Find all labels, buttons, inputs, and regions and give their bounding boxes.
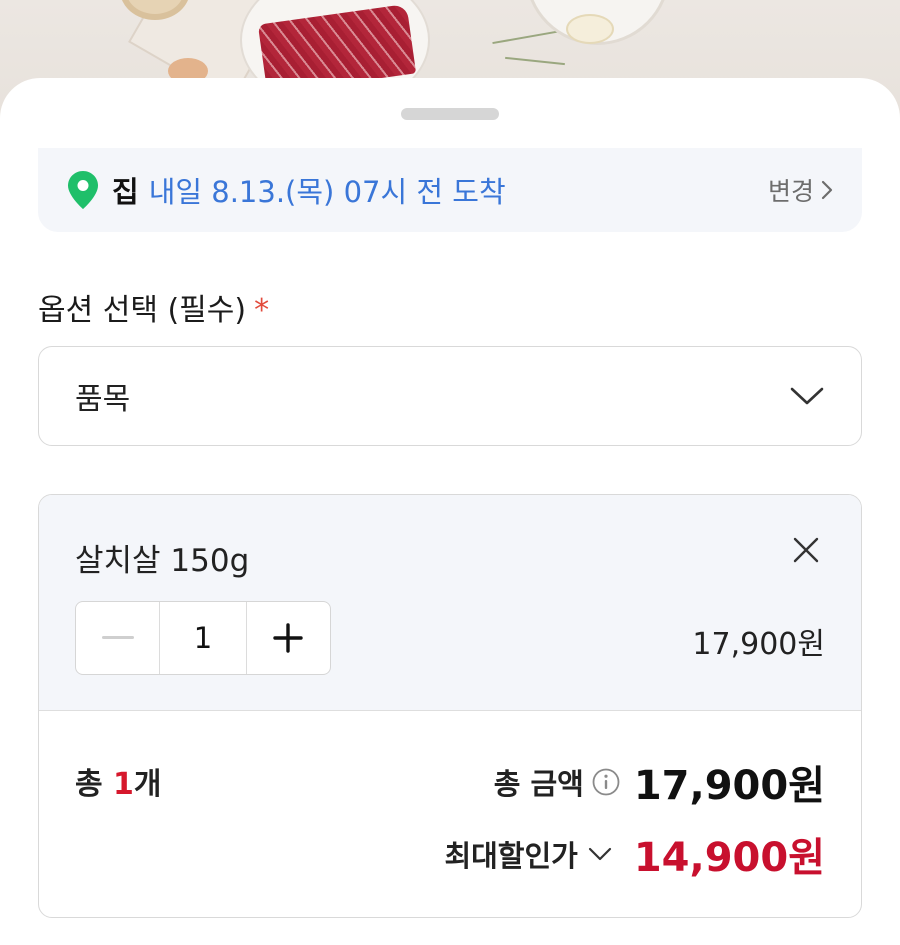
sheet-drag-handle[interactable] xyxy=(401,108,499,120)
chevron-down-icon xyxy=(588,847,611,861)
close-icon[interactable] xyxy=(791,535,821,565)
max-discount-toggle[interactable]: 최대할인가 14,900원 xyxy=(444,825,825,883)
total-count: 총 1개 xyxy=(75,759,162,803)
chevron-right-icon xyxy=(821,180,833,200)
decrease-quantity-button[interactable] xyxy=(76,602,159,674)
option-title-text: 옵션 선택 (필수) xyxy=(38,293,247,328)
quantity-stepper: 1 xyxy=(75,601,331,675)
total-amount-row: 총 금액 17,900원 xyxy=(494,753,825,811)
selected-item-row: 살치살 150g 1 17,900원 xyxy=(39,495,861,711)
option-select-dropdown[interactable]: 품목 xyxy=(38,346,862,446)
plus-icon xyxy=(273,623,304,653)
max-discount-price: 14,900원 xyxy=(633,835,825,881)
item-name: 살치살 150g xyxy=(75,543,250,579)
egg xyxy=(566,14,614,44)
info-icon[interactable] xyxy=(592,768,620,796)
total-amount-value: 17,900원 xyxy=(633,763,825,809)
delivery-info-banner: 집 내일 8.13.(목) 07시 전 도착 변경 xyxy=(38,148,862,232)
herb-sprig xyxy=(505,56,565,66)
option-section-title: 옵션 선택 (필수) * xyxy=(38,285,269,329)
chevron-down-icon xyxy=(790,387,824,405)
total-count-prefix: 총 xyxy=(75,767,114,802)
required-mark: * xyxy=(254,293,270,328)
herb-sprig xyxy=(492,29,562,45)
selected-item-card: 살치살 150g 1 17,900원 총 1개 총 금액 17,900원 최대할… xyxy=(38,494,862,918)
total-count-value: 1 xyxy=(113,767,134,802)
change-address-button[interactable]: 변경 xyxy=(768,172,834,208)
location-pin-icon xyxy=(68,171,98,209)
option-select-value: 품목 xyxy=(75,382,131,417)
option-bottom-sheet: 집 내일 8.13.(목) 07시 전 도착 변경 옵션 선택 (필수) * 품목… xyxy=(0,78,900,945)
change-label: 변경 xyxy=(767,177,814,206)
item-price: 17,900원 xyxy=(692,627,825,662)
delivery-destination: 집 xyxy=(112,175,139,209)
total-amount-label: 총 금액 xyxy=(493,767,584,801)
delivery-eta: 내일 8.13.(목) 07시 전 도착 xyxy=(148,175,506,209)
max-discount-label: 최대할인가 xyxy=(444,839,578,873)
total-count-suffix: 개 xyxy=(133,767,162,802)
minus-icon xyxy=(101,636,134,639)
increase-quantity-button[interactable] xyxy=(247,602,330,674)
quantity-value[interactable]: 1 xyxy=(159,602,247,674)
